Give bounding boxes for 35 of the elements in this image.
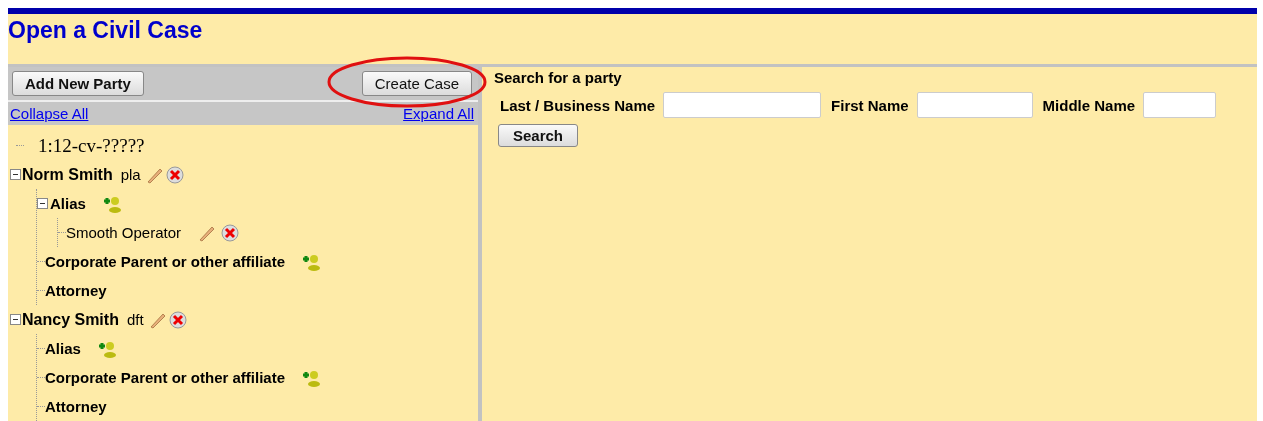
collapse-toggle-icon[interactable] xyxy=(10,314,21,325)
group-label: Alias xyxy=(50,195,86,212)
delete-icon[interactable] xyxy=(165,165,184,184)
collapse-toggle-icon[interactable] xyxy=(37,198,48,209)
group-label: Alias xyxy=(45,340,81,357)
add-people-icon[interactable] xyxy=(96,339,117,358)
search-heading: Search for a party xyxy=(494,69,623,86)
party-role: pla xyxy=(120,166,141,183)
party-name[interactable]: Nancy Smith xyxy=(22,310,119,329)
group-label: Corporate Parent or other affiliate xyxy=(45,253,286,270)
add-people-icon[interactable] xyxy=(301,368,322,387)
search-button[interactable]: Search xyxy=(498,124,579,147)
case-number: 1:12-cv-????? xyxy=(38,134,145,157)
delete-icon[interactable] xyxy=(168,310,187,329)
party-role: dft xyxy=(126,311,144,328)
group-label: Attorney xyxy=(45,398,107,415)
alias-entry: Smooth Operator xyxy=(66,224,182,241)
add-people-icon[interactable] xyxy=(301,252,322,271)
name-input-field[interactable] xyxy=(916,92,1033,118)
expand-all-link[interactable]: Expand All xyxy=(403,105,474,122)
page-title: Open a Civil Case xyxy=(8,16,204,45)
name-input-field[interactable] xyxy=(663,92,822,118)
add-party-button[interactable]: Add New Party xyxy=(12,71,144,96)
delete-icon[interactable] xyxy=(221,223,240,242)
create-case-button[interactable]: Create Case xyxy=(361,71,472,96)
field-label: Middle Name xyxy=(1042,96,1136,114)
name-input-field[interactable] xyxy=(1143,92,1217,118)
field-label: Last / Business Name xyxy=(500,96,656,114)
add-people-icon[interactable] xyxy=(101,194,122,213)
party-name[interactable]: Norm Smith xyxy=(22,165,113,184)
field-label: First Name xyxy=(831,96,909,114)
collapse-toggle-icon[interactable] xyxy=(10,169,21,180)
group-label: Attorney xyxy=(45,282,107,299)
collapse-all-link[interactable]: Collapse All xyxy=(10,105,89,122)
group-label: Corporate Parent or other affiliate xyxy=(45,369,286,386)
